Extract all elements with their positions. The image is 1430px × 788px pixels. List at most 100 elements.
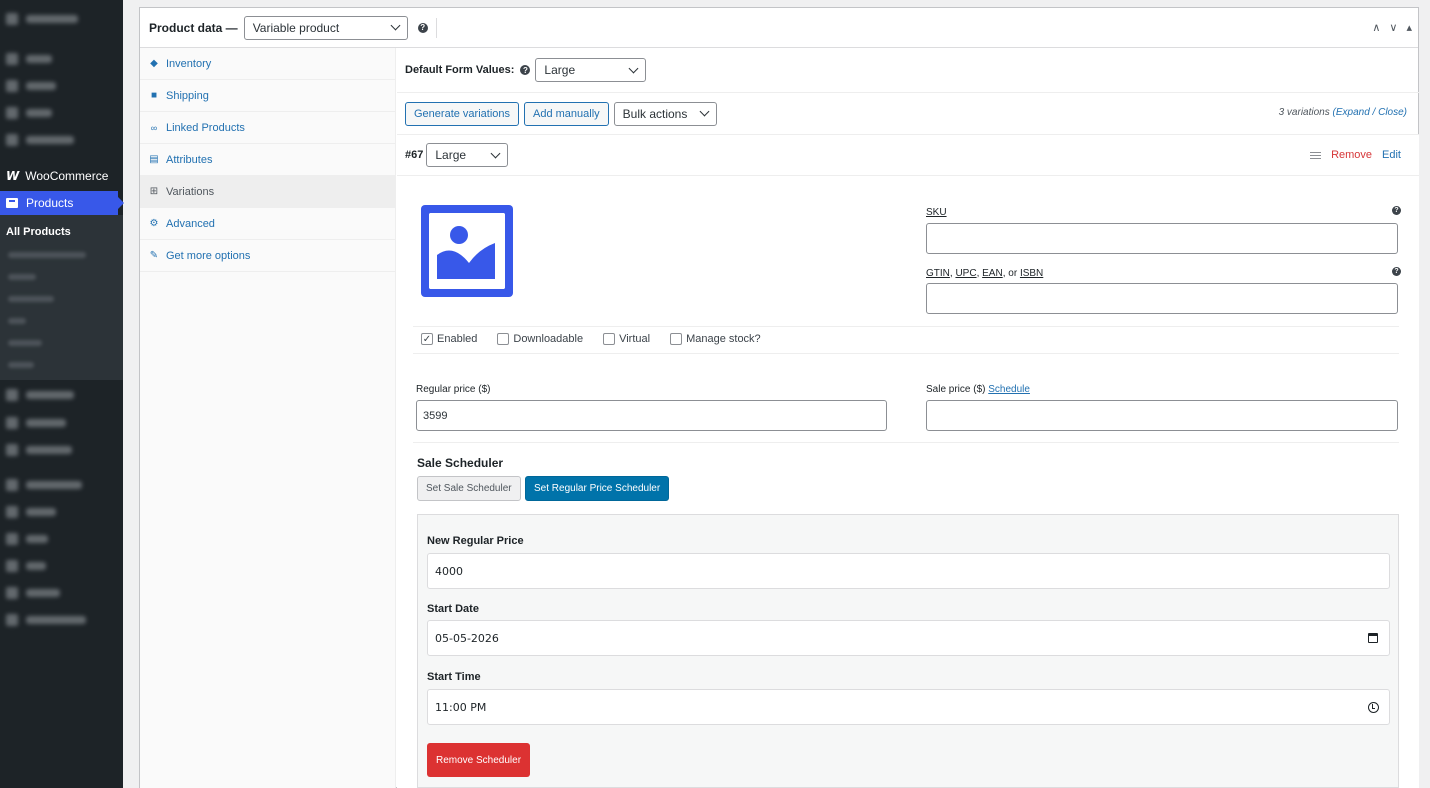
blurred-submenu-item[interactable] — [8, 318, 26, 324]
sale-scheduler-title: Sale Scheduler — [417, 456, 504, 470]
variations-count-text: 3 variations — [1278, 107, 1330, 118]
metabox-title: Product data — — [149, 20, 238, 35]
tab-linked-products[interactable]: ∞ Linked Products — [140, 112, 395, 144]
start-date-label: Start Date — [427, 603, 479, 615]
blurred-menu-item[interactable] — [6, 505, 56, 519]
start-date-value: 05-05-2026 — [435, 631, 499, 645]
tab-get-more-options[interactable]: ✎ Get more options — [140, 240, 395, 272]
variation-size-select[interactable]: Large — [426, 143, 509, 167]
calendar-icon[interactable] — [1367, 632, 1379, 644]
gtin-label: GTIN, UPC, EAN, or ISBN — [926, 268, 1044, 279]
sidebar-item-label: WooCommerce — [25, 169, 109, 183]
edit-variation-link[interactable]: Edit — [1382, 149, 1401, 161]
blurred-menu-item[interactable] — [6, 388, 74, 402]
checkmark-icon: ✓ — [421, 333, 433, 345]
link-icon: ∞ — [150, 122, 158, 133]
tab-inventory[interactable]: ◆ Inventory — [140, 48, 395, 80]
product-type-select[interactable]: Variable product — [243, 15, 408, 40]
sale-price-input[interactable] — [926, 400, 1398, 431]
blurred-menu-item[interactable] — [6, 133, 74, 147]
blurred-menu-item[interactable] — [6, 79, 56, 93]
help-icon[interactable]: ? — [520, 65, 531, 75]
bulk-actions-select[interactable]: Bulk actions — [613, 101, 717, 126]
sidebar-item-woocommerce[interactable]: W WooCommerce — [0, 166, 123, 186]
help-icon[interactable]: ? — [1392, 206, 1401, 215]
variations-count: 3 variations (Expand / Close) — [1279, 107, 1407, 118]
divider — [435, 17, 437, 38]
archive-icon — [6, 198, 18, 208]
sku-input[interactable] — [926, 223, 1398, 254]
blurred-menu-item[interactable] — [6, 443, 72, 457]
sidebar-item-products[interactable]: Products — [0, 191, 124, 215]
metabox-controls: ∧ ∨ ▴ — [1372, 21, 1412, 34]
gtin-input[interactable] — [926, 283, 1398, 314]
downloadable-checkbox[interactable]: Downloadable — [497, 333, 583, 345]
blurred-menu-item[interactable] — [6, 52, 52, 66]
list-icon: ▤ — [149, 154, 159, 165]
variation-image-upload[interactable] — [421, 205, 513, 297]
tab-shipping[interactable]: ■ Shipping — [140, 80, 395, 112]
add-manually-button[interactable]: Add manually — [524, 101, 609, 126]
tab-label: Get more options — [166, 249, 251, 262]
divider — [413, 326, 1399, 327]
tab-label: Advanced — [166, 217, 215, 230]
move-down-icon[interactable]: ∨ — [1389, 21, 1397, 34]
start-time-input[interactable]: 11:00 PM — [427, 689, 1390, 725]
sidebar-item-label: Products — [26, 196, 74, 210]
schedule-link[interactable]: Schedule — [988, 384, 1030, 395]
generate-variations-button[interactable]: Generate variations — [405, 101, 519, 126]
start-date-input[interactable]: 05-05-2026 — [427, 620, 1390, 656]
blurred-menu-item[interactable] — [6, 532, 48, 546]
checkbox-box — [670, 333, 683, 345]
default-form-values-label: Default Form Values: — [405, 64, 515, 76]
default-size-select[interactable]: Large — [535, 58, 647, 82]
variation-size-value: Large — [435, 148, 467, 162]
enabled-checkbox[interactable]: ✓ Enabled — [421, 333, 477, 345]
set-regular-price-scheduler-button[interactable]: Set Regular Price Scheduler — [525, 476, 670, 501]
help-icon[interactable]: ? — [417, 22, 428, 33]
grid-icon: ⊞ — [149, 186, 159, 197]
remove-scheduler-button[interactable]: Remove Scheduler — [427, 743, 531, 777]
remove-variation-link[interactable]: Remove — [1331, 149, 1372, 161]
blurred-submenu-item[interactable] — [8, 274, 36, 280]
blurred-menu-item[interactable] — [6, 478, 82, 492]
drag-handle-icon[interactable] — [1310, 151, 1322, 159]
help-icon[interactable]: ? — [1392, 267, 1401, 276]
regular-price-input[interactable]: 3599 — [416, 400, 887, 431]
checkbox-box — [603, 333, 616, 345]
tab-advanced[interactable]: ⚙ Advanced — [140, 208, 395, 240]
virtual-checkbox[interactable]: Virtual — [603, 333, 650, 345]
tab-label: Inventory — [166, 57, 212, 70]
image-placeholder-icon — [429, 213, 505, 289]
blurred-menu-item[interactable] — [6, 12, 78, 26]
start-time-value: 11:00 PM — [435, 700, 487, 714]
submenu-all-products[interactable]: All Products — [6, 226, 71, 238]
new-regular-price-input[interactable]: 4000 — [427, 553, 1390, 589]
start-time-label: Start Time — [427, 671, 481, 683]
tag-icon: ◆ — [150, 58, 158, 69]
blurred-submenu-item[interactable] — [8, 362, 34, 368]
blurred-menu-item[interactable] — [6, 416, 66, 430]
divider — [413, 442, 1399, 443]
blurred-menu-item[interactable] — [6, 613, 86, 627]
tab-variations[interactable]: ⊞ Variations — [140, 176, 395, 208]
blurred-menu-item[interactable] — [6, 559, 46, 573]
move-up-icon[interactable]: ∧ — [1372, 21, 1380, 34]
manage-stock-checkbox[interactable]: Manage stock? — [670, 333, 761, 345]
tab-attributes[interactable]: ▤ Attributes — [140, 144, 395, 176]
expand-close-link[interactable]: (Expand / Close) — [1333, 107, 1407, 118]
toggle-panel-icon[interactable]: ▴ — [1406, 21, 1412, 34]
blurred-menu-item[interactable] — [6, 586, 60, 600]
set-sale-scheduler-button[interactable]: Set Sale Scheduler — [417, 476, 521, 501]
chevron-down-icon — [628, 63, 639, 73]
woocommerce-logo-icon: W — [6, 169, 20, 183]
chevron-down-icon — [390, 20, 401, 31]
blurred-menu-item[interactable] — [6, 106, 52, 120]
blurred-submenu-item[interactable] — [8, 340, 42, 346]
variation-actions-row: Generate variations Add manually Bulk ac… — [397, 93, 1419, 135]
blurred-submenu-item[interactable] — [8, 252, 86, 258]
clock-icon[interactable] — [1367, 701, 1379, 713]
blurred-submenu-item[interactable] — [8, 296, 54, 302]
variations-panel: Default Form Values: ? Large Generate va… — [397, 48, 1419, 788]
variation-header-row[interactable]: #67 Large Remove Edit — [397, 135, 1419, 176]
